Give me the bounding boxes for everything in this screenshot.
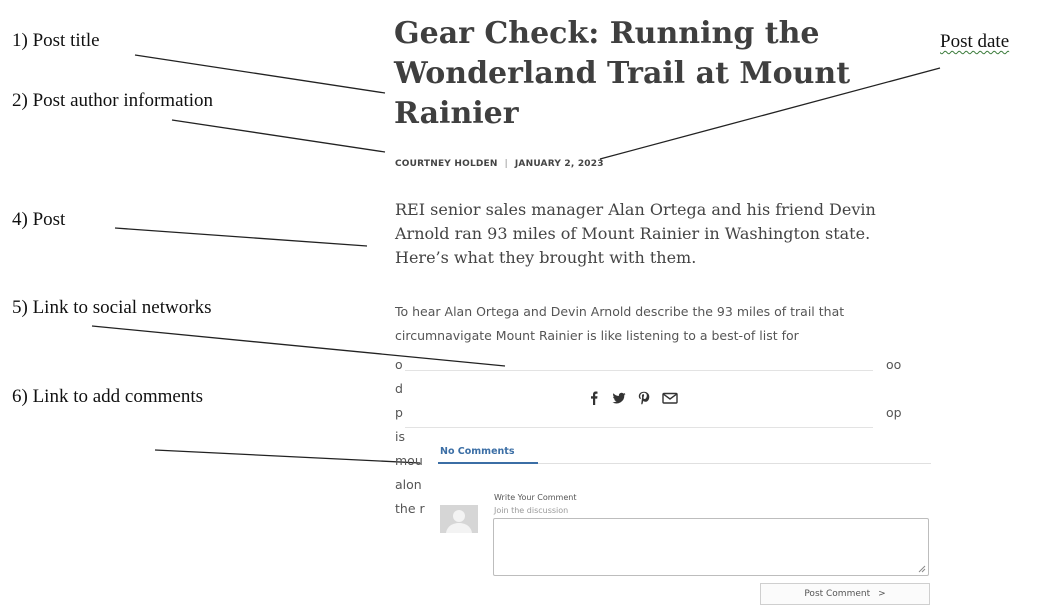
comment-textarea[interactable] <box>493 518 929 576</box>
user-placeholder-icon <box>446 510 472 533</box>
post-lede: REI senior sales manager Alan Ortega and… <box>395 200 876 267</box>
annotation-post-title: 1) Post title <box>12 30 100 51</box>
post-comment-button[interactable]: Post Comment > <box>760 583 930 605</box>
tab-no-comments[interactable]: No Comments <box>440 446 514 457</box>
post-body: To hear Alan Ortega and Devin Arnold des… <box>395 300 925 348</box>
avatar <box>440 505 478 533</box>
body-fragment: is <box>395 429 405 444</box>
body-fragment: alon <box>395 477 422 492</box>
comments-panel: No Comments Write Your Comment Join the … <box>430 440 935 605</box>
facebook-icon[interactable] <box>587 391 601 405</box>
body-fragment: p <box>395 405 403 420</box>
pointer-line-post <box>114 227 368 247</box>
annotation-post-date: Post date <box>940 31 1010 52</box>
body-fragment: mou <box>395 453 423 468</box>
post-comment-label: Post Comment <box>804 589 871 599</box>
post-date: JANUARY 2, 2023 <box>514 159 604 169</box>
pinterest-icon[interactable] <box>637 391 651 405</box>
resize-handle-icon[interactable] <box>918 565 926 573</box>
write-comment-subheading: Join the discussion <box>494 506 569 515</box>
annotation-author-info: 2) Post author information <box>12 90 214 111</box>
pointer-line-author <box>171 119 386 153</box>
post-author[interactable]: COURTNEY HOLDEN <box>395 159 498 169</box>
body-fragment: the r <box>395 501 425 516</box>
body-fragment: d <box>395 381 403 396</box>
write-comment-heading: Write Your Comment <box>494 493 577 502</box>
annotation-social-links: 5) Link to social networks <box>12 297 212 318</box>
byline-separator: | <box>504 159 508 169</box>
twitter-icon[interactable] <box>612 391 626 405</box>
chevron-right-icon: > <box>878 589 886 599</box>
pointer-line-title <box>134 54 386 94</box>
annotation-post: 4) Post <box>12 209 66 230</box>
post-title: Gear Check: Running the Wonderland Trail… <box>394 16 851 131</box>
body-fragment: op <box>886 405 902 420</box>
annotation-add-comments: 6) Link to add comments <box>12 386 204 407</box>
pointer-line-comments <box>154 449 421 464</box>
social-share-icons <box>587 391 678 405</box>
email-icon[interactable] <box>662 391 678 405</box>
body-fragment: o <box>395 357 403 372</box>
body-fragment: oo <box>886 357 902 372</box>
post-body-line: circumnavigate Mount Rainier is like lis… <box>395 328 799 343</box>
social-share-bar <box>405 370 873 428</box>
comments-tab-underline <box>438 462 538 464</box>
post-body-line: To hear Alan Ortega and Devin Arnold des… <box>395 304 845 319</box>
post-byline: COURTNEY HOLDEN | JANUARY 2, 2023 <box>395 159 604 169</box>
